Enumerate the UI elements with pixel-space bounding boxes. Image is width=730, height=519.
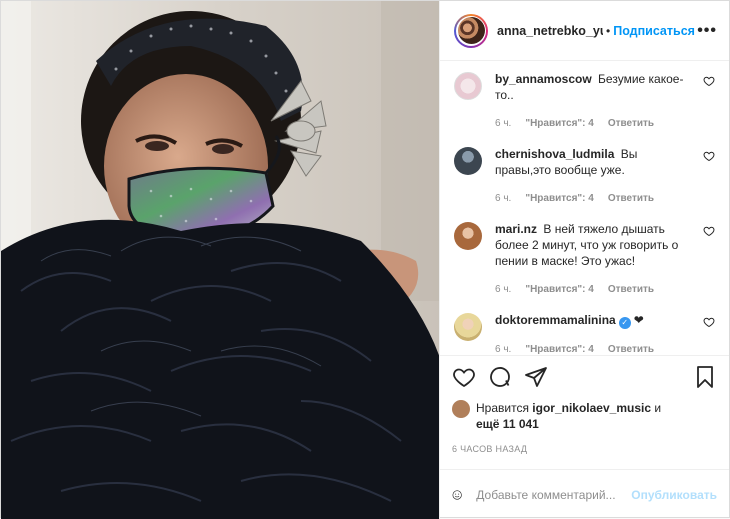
action-icons (452, 364, 717, 390)
comment-item: chernishova_ludmila Вы правы,это вообще … (454, 146, 715, 207)
like-heart-icon[interactable] (452, 365, 476, 389)
like-comment-heart-icon[interactable] (703, 150, 715, 162)
author-username[interactable]: anna_netrebko_yus (497, 24, 603, 38)
comment-likes[interactable]: "Нравится": 4 (525, 282, 594, 298)
comment-input[interactable] (476, 487, 632, 502)
comment-meta: 6 ч. "Нравится": 4 Ответить (495, 191, 689, 207)
separator-dot: • (606, 23, 611, 38)
emoji-icon[interactable] (452, 484, 462, 506)
comment-item: mari.nz В ней тяжело дышать более 2 мину… (454, 221, 715, 298)
comment-body: mari.nz В ней тяжело дышать более 2 мину… (495, 221, 715, 298)
save-bookmark-icon[interactable] (693, 365, 717, 389)
post-image (1, 1, 439, 519)
post-side-panel: anna_netrebko_yus • Подписаться ••• by_a… (439, 1, 729, 519)
like-comment-heart-icon[interactable] (703, 75, 715, 87)
comment-meta: 6 ч. "Нравится": 4 Ответить (495, 116, 689, 132)
author-avatar[interactable] (454, 13, 488, 48)
comment-body: by_annamoscow Безумие какое-то.. 6 ч. "Н… (495, 71, 715, 132)
comment-text: ❤ (633, 313, 644, 327)
reply-button[interactable]: Ответить (608, 282, 654, 298)
comment-username[interactable]: doktoremmamalinina (495, 313, 616, 327)
comment-bubble-icon[interactable] (488, 365, 512, 389)
likes-prefix: Нравится (476, 401, 529, 415)
comment-item: doktoremmamalinina ✓ ❤ 6 ч. "Нравится": 4 … (454, 312, 715, 355)
comment-time[interactable]: 6 ч. (495, 282, 511, 298)
comment-time[interactable]: 6 ч. (495, 342, 511, 355)
comment-meta: 6 ч. "Нравится": 4 Ответить (495, 282, 689, 298)
likes-text: Нравится igor_nikolaev_music и ещё 11 04… (476, 400, 661, 432)
likes-others-count[interactable]: ещё 11 041 (476, 417, 539, 431)
comment-avatar[interactable] (454, 72, 482, 100)
comment-likes[interactable]: "Нравится": 4 (525, 342, 594, 355)
avatar-image (457, 17, 485, 44)
comment-item: by_annamoscow Безумие какое-то.. 6 ч. "Н… (454, 71, 715, 132)
liker-username[interactable]: igor_nikolaev_music (532, 401, 651, 415)
comment-username[interactable]: mari.nz (495, 222, 537, 236)
liker-avatar[interactable] (452, 400, 470, 418)
comment-time[interactable]: 6 ч. (495, 116, 511, 132)
post-photo[interactable] (1, 1, 439, 519)
like-comment-heart-icon[interactable] (703, 225, 715, 237)
comment-avatar[interactable] (454, 147, 482, 175)
reply-button[interactable]: Ответить (608, 342, 654, 355)
comment-body: chernishova_ludmila Вы правы,это вообще … (495, 146, 715, 207)
verified-badge-icon: ✓ (618, 317, 631, 329)
comment-time[interactable]: 6 ч. (495, 191, 511, 207)
add-comment-bar: Опубликовать (440, 469, 729, 519)
comment-likes[interactable]: "Нравится": 4 (525, 191, 594, 207)
comments-list[interactable]: by_annamoscow Безумие какое-то.. 6 ч. "Н… (440, 61, 729, 355)
avatar-frame (456, 15, 486, 46)
post-actions: Нравится igor_nikolaev_music и ещё 11 04… (440, 355, 729, 454)
more-options-icon[interactable]: ••• (697, 22, 717, 40)
reply-button[interactable]: Ответить (608, 116, 654, 132)
comment-username[interactable]: chernishova_ludmila (495, 147, 614, 161)
like-comment-heart-icon[interactable] (703, 316, 715, 328)
comment-avatar[interactable] (454, 313, 482, 341)
comment-likes[interactable]: "Нравится": 4 (525, 116, 594, 132)
likes-middle: и (651, 401, 662, 415)
post-timestamp[interactable]: 6 часов назад (452, 444, 717, 454)
comment-body: doktoremmamalinina ✓ ❤ 6 ч. "Нравится": 4 … (495, 312, 715, 355)
follow-button[interactable]: Подписаться (613, 24, 695, 38)
comment-username[interactable]: by_annamoscow (495, 72, 592, 86)
publish-button[interactable]: Опубликовать (631, 488, 717, 502)
post-header: anna_netrebko_yus • Подписаться ••• (440, 1, 729, 61)
comment-meta: 6 ч. "Нравится": 4 Ответить (495, 342, 689, 355)
share-paper-plane-icon[interactable] (524, 365, 548, 389)
instagram-post: anna_netrebko_yus • Подписаться ••• by_a… (0, 0, 730, 519)
likes-summary: Нравится igor_nikolaev_music и ещё 11 04… (452, 400, 717, 432)
reply-button[interactable]: Ответить (608, 191, 654, 207)
comment-avatar[interactable] (454, 222, 482, 250)
